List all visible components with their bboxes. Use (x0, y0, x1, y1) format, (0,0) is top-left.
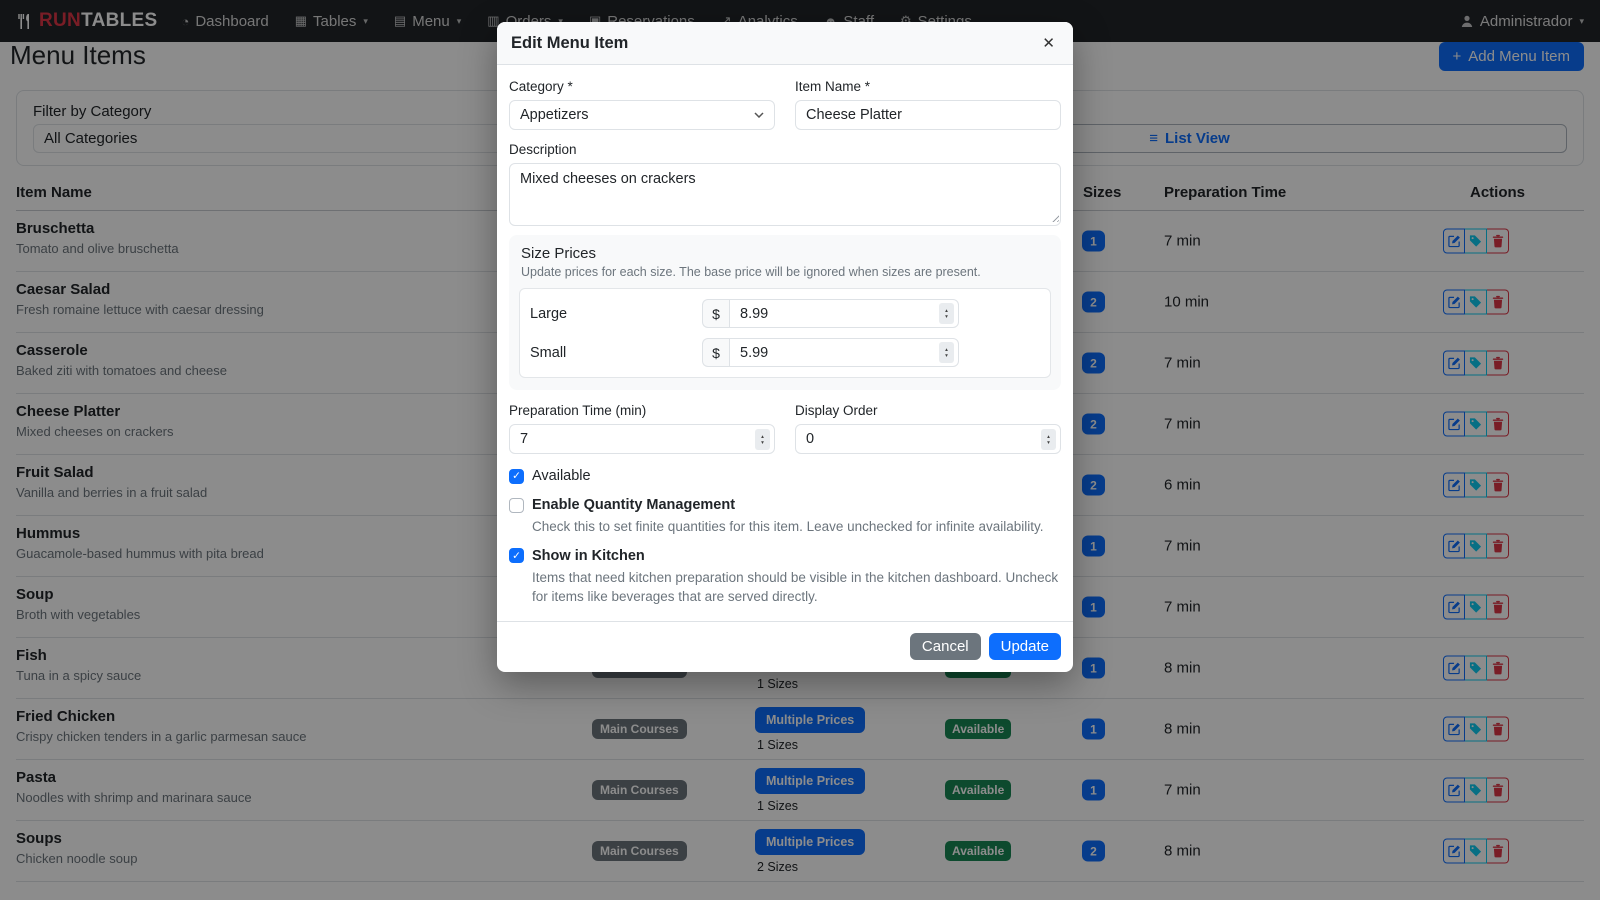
screen: RUNTABLES ◔ Dashboard ▦ Tables ▾ ▤ Menu … (0, 0, 1600, 900)
display-order-field[interactable] (806, 431, 1036, 447)
item-name-field-wrap (795, 100, 1061, 130)
item-name-label: Item Name * (795, 79, 1061, 94)
category-select[interactable]: Appetizers (509, 100, 775, 130)
update-button[interactable]: Update (989, 633, 1061, 660)
check-icon: ✓ (512, 550, 521, 562)
check-icon: ✓ (512, 470, 521, 482)
size-prices-section: Size Prices Update prices for each size.… (509, 235, 1061, 390)
large-price-field[interactable] (740, 306, 948, 322)
prep-time-wrap: ▴▾ (509, 424, 775, 454)
number-spinner[interactable]: ▴▾ (939, 342, 954, 363)
display-order-wrap: ▴▾ (795, 424, 1061, 454)
description-field[interactable] (509, 163, 1061, 226)
small-price-wrap: ▴▾ (729, 338, 959, 367)
number-spinner[interactable]: ▴▾ (1041, 429, 1056, 450)
available-label: Available (532, 468, 591, 484)
display-order-label: Display Order (795, 403, 1061, 418)
item-name-field[interactable] (806, 107, 1050, 123)
prep-time-field[interactable] (520, 431, 750, 447)
prep-time-label: Preparation Time (min) (509, 403, 775, 418)
size-label-large: Large (530, 306, 702, 322)
size-prices-subtitle: Update prices for each size. The base pr… (521, 265, 1051, 279)
modal-footer: Cancel Update (497, 621, 1073, 672)
modal-header: Edit Menu Item ✕ (497, 22, 1073, 65)
size-prices-card: Large $ ▴▾ Small $ (519, 288, 1051, 378)
modal-title: Edit Menu Item (511, 34, 628, 53)
quantity-management-checkbox[interactable] (509, 498, 524, 513)
currency-prefix: $ (702, 338, 729, 367)
quantity-management-label: Enable Quantity Management (532, 497, 735, 513)
cancel-button[interactable]: Cancel (910, 633, 981, 660)
show-in-kitchen-label: Show in Kitchen (532, 548, 645, 564)
edit-menu-item-modal: Edit Menu Item ✕ Category * Appetizers I… (497, 22, 1073, 672)
available-checkbox[interactable]: ✓ (509, 469, 524, 484)
quantity-management-help: Check this to set finite quantities for … (532, 517, 1061, 537)
show-in-kitchen-help: Items that need kitchen preparation shou… (532, 568, 1061, 607)
number-spinner[interactable]: ▴▾ (755, 429, 770, 450)
show-in-kitchen-checkbox[interactable]: ✓ (509, 548, 524, 563)
size-label-small: Small (530, 345, 702, 361)
large-price-wrap: ▴▾ (729, 299, 959, 328)
description-label: Description (509, 142, 1061, 157)
number-spinner[interactable]: ▴▾ (939, 303, 954, 324)
currency-prefix: $ (702, 299, 729, 328)
category-label: Category * (509, 79, 775, 94)
chevron-down-icon (754, 112, 764, 118)
close-icon[interactable]: ✕ (1038, 32, 1059, 54)
small-price-field[interactable] (740, 345, 948, 361)
size-prices-title: Size Prices (521, 245, 1051, 262)
